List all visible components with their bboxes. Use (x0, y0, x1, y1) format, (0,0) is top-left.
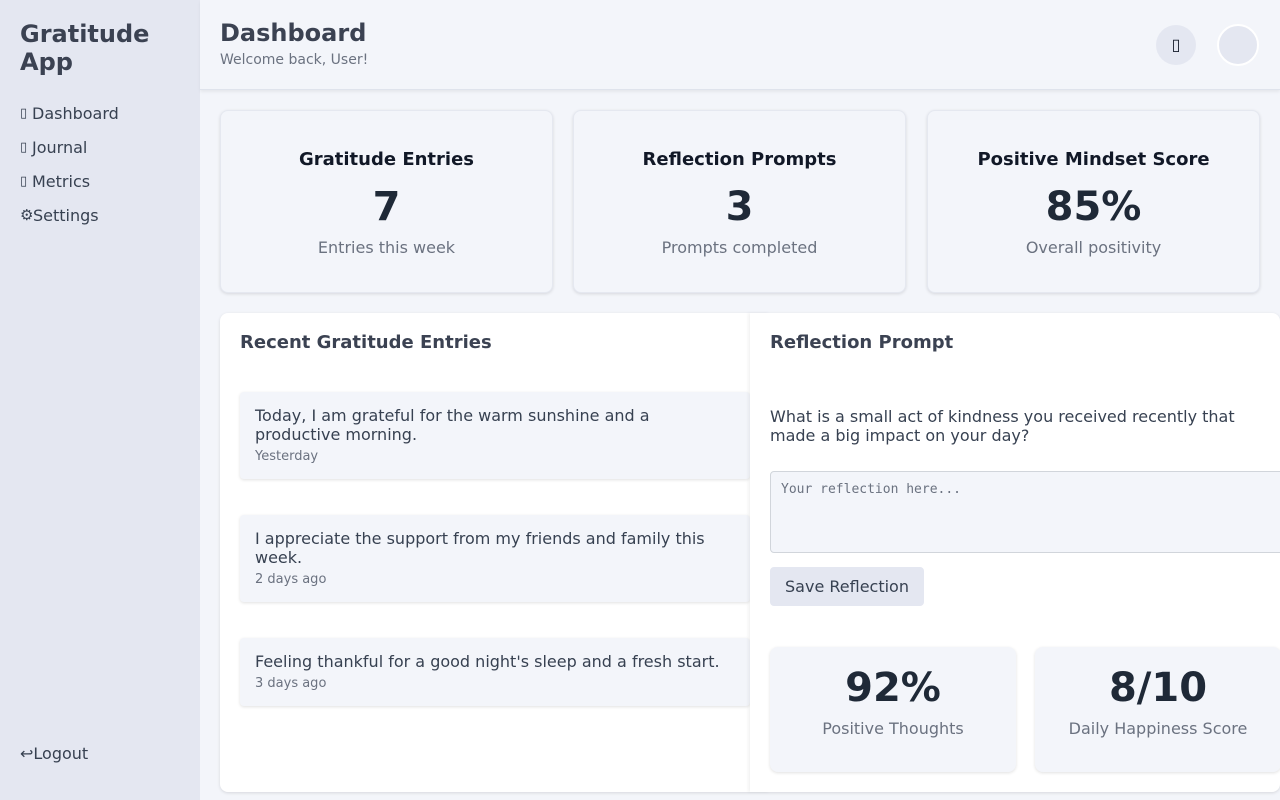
reflection-prompt-title: Reflection Prompt (770, 332, 954, 353)
stat-value: 3 (725, 184, 754, 230)
stat-value: 92% (845, 665, 941, 711)
entry-date: 3 days ago (255, 676, 327, 691)
stat-description: Entries this week (317, 238, 456, 257)
entry-text: Today, I am grateful for the warm sunshi… (255, 406, 650, 444)
gear-icon: ⚙ (20, 206, 34, 224)
reflection-prompt-text: What is a small act of kindness you rece… (770, 407, 1235, 445)
sidebar-item-label: Settings (33, 205, 99, 225)
stat-description: Prompts completed (661, 238, 818, 257)
list-item[interactable]: I appreciate the support from my friends… (240, 515, 750, 602)
entry-date: 2 days ago (255, 572, 327, 587)
daily-happiness-card: 8/10 Daily Happiness Score (1035, 647, 1280, 772)
sidebar: Gratitude App ▯ Dashboard ▯ Journal ▯ Me… (0, 0, 200, 800)
notification-button[interactable]: ▯ (1156, 25, 1196, 65)
sidebar-item-label: Dashboard (32, 103, 119, 123)
entry-text: Feeling thankful for a good night's slee… (255, 652, 720, 671)
list-item[interactable]: Feeling thankful for a good night's slee… (240, 638, 750, 706)
recent-entries-title: Recent Gratitude Entries (240, 332, 492, 353)
app-title: Gratitude App (20, 20, 150, 76)
logout-link[interactable]: ↩ Logout (20, 744, 88, 763)
sidebar-item-dashboard[interactable]: ▯ Dashboard (20, 96, 180, 130)
stat-description: Daily Happiness Score (1068, 719, 1248, 738)
entry-text: I appreciate the support from my friends… (255, 529, 705, 567)
reflection-input[interactable] (770, 471, 1280, 553)
list-item[interactable]: Today, I am grateful for the warm sunshi… (240, 392, 750, 479)
stat-title: Positive Mindset Score (977, 149, 1210, 170)
notification-icon: ▯ (1171, 37, 1181, 54)
chart-icon: ▯ (20, 173, 28, 189)
sidebar-item-settings[interactable]: ⚙ Settings (20, 198, 180, 232)
sidebar-item-label: Metrics (32, 171, 91, 191)
stat-description: Overall positivity (1025, 238, 1162, 257)
logout-label: Logout (33, 744, 89, 763)
stat-card-reflection-prompts: Reflection Prompts 3 Prompts completed (573, 110, 906, 293)
sidebar-item-journal[interactable]: ▯ Journal (20, 130, 180, 164)
sidebar-item-metrics[interactable]: ▯ Metrics (20, 164, 180, 198)
panel-divider (750, 313, 770, 792)
stat-card-gratitude-entries: Gratitude Entries 7 Entries this week (220, 110, 553, 293)
stat-description: Positive Thoughts (822, 719, 964, 738)
stat-value: 8/10 (1108, 665, 1208, 711)
page-title: Dashboard (220, 19, 367, 47)
save-reflection-button[interactable]: Save Reflection (770, 567, 924, 606)
stat-title: Gratitude Entries (298, 149, 475, 170)
positive-thoughts-card: 92% Positive Thoughts (770, 647, 1016, 772)
entry-date: Yesterday (255, 449, 319, 464)
avatar[interactable] (1217, 24, 1259, 66)
home-icon: ▯ (20, 105, 28, 121)
sidebar-nav: ▯ Dashboard ▯ Journal ▯ Metrics ⚙ Settin… (20, 96, 180, 232)
welcome-subtitle: Welcome back, User! (220, 52, 369, 68)
stat-value: 85% (1045, 184, 1142, 230)
stat-value: 7 (372, 184, 401, 230)
stat-title: Reflection Prompts (642, 149, 837, 170)
logout-icon: ↩ (20, 744, 34, 763)
book-icon: ▯ (20, 139, 28, 155)
header: Dashboard Welcome back, User! ▯ (200, 0, 1280, 90)
sidebar-item-label: Journal (32, 137, 88, 157)
stat-card-positive-mindset: Positive Mindset Score 85% Overall posit… (927, 110, 1260, 293)
